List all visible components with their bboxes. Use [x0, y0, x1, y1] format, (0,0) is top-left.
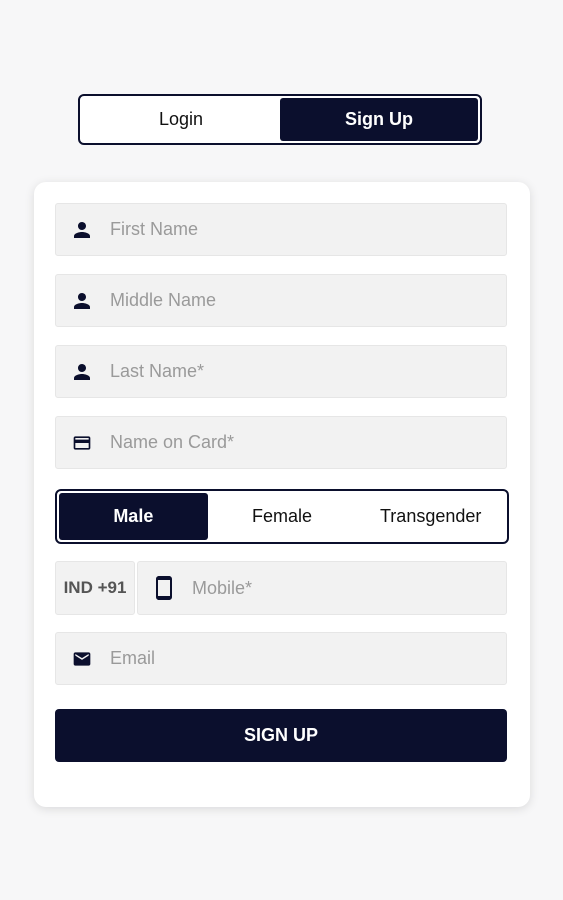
- email-field[interactable]: [55, 632, 507, 685]
- person-icon: [56, 220, 108, 240]
- mobile-input[interactable]: [190, 561, 506, 615]
- tab-login[interactable]: Login: [82, 98, 280, 141]
- phone-icon: [138, 576, 190, 600]
- sign-up-button[interactable]: SIGN UP: [55, 709, 507, 762]
- gender-option-transgender[interactable]: Transgender: [356, 493, 505, 540]
- name-on-card-field[interactable]: [55, 416, 507, 469]
- gender-option-female[interactable]: Female: [208, 493, 357, 540]
- last-name-field[interactable]: [55, 345, 507, 398]
- credit-card-icon: [56, 433, 108, 453]
- mail-icon: [56, 649, 108, 669]
- middle-name-field[interactable]: [55, 274, 507, 327]
- country-code-selector[interactable]: IND +91: [55, 561, 135, 615]
- middle-name-input[interactable]: [108, 274, 506, 327]
- last-name-input[interactable]: [108, 345, 506, 398]
- first-name-field[interactable]: [55, 203, 507, 256]
- name-on-card-input[interactable]: [108, 416, 506, 469]
- person-icon: [56, 362, 108, 382]
- signup-form-card: Male Female Transgender IND +91 SIGN UP: [34, 182, 530, 807]
- person-icon: [56, 291, 108, 311]
- first-name-input[interactable]: [108, 203, 506, 256]
- gender-selector: Male Female Transgender: [55, 489, 509, 544]
- auth-mode-toggle: Login Sign Up: [78, 94, 482, 145]
- tab-signup[interactable]: Sign Up: [280, 98, 478, 141]
- mobile-row: IND +91: [55, 561, 507, 615]
- gender-option-male[interactable]: Male: [59, 493, 208, 540]
- email-input[interactable]: [108, 632, 506, 685]
- mobile-field[interactable]: [137, 561, 507, 615]
